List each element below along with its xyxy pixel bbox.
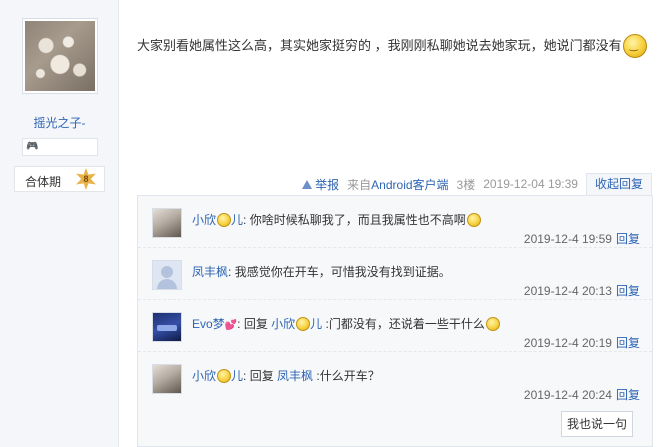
floor-number: 3楼 [456,177,476,192]
reply-text: 小欣 儿: 回复 凤丰枫 :什么开车？ [192,367,380,384]
list-item: 凤丰枫: 我感觉你在开车，可惜我没有找到证据。 2019-12-4 20:13 回… [138,248,652,300]
avatar[interactable] [152,364,182,394]
level-number: 8 [83,174,89,184]
reply-footer: 2019-12-4 19:59 回复 [524,230,640,247]
reply-separator: : [243,369,250,383]
post-content: 大家别看她属性这么高，其实她家挺穷的 ，我刚刚私聊她说去她家玩，她说门都没有 [137,34,647,58]
reply-footer: 2019-12-4 20:24 回复 [524,386,640,403]
write-reply-button[interactable]: 我也说一句 [561,411,633,437]
reply-time: 2019-12-4 19:59 [523,232,612,246]
reply-footer: 2019-12-4 20:19 回复 [524,334,640,351]
reply-list: 小欣 儿: 你啥时候私聊我了，而且我属性也不高啊 2019-12-4 19:59 回… [137,195,653,447]
client-prefix: 来自 [347,177,372,192]
report-label: 举报 [315,177,340,192]
reply-username-text: 小欣 [192,369,217,383]
level-badge-box[interactable]: 合体期 8 [14,166,105,192]
level-name: 合体期 [25,175,62,189]
reply-separator: : [243,213,250,227]
reply-separator: : [228,265,235,279]
emoji-icon [217,369,232,383]
client-link[interactable]: Android客户端 [371,178,448,192]
smile-emoji-icon [622,34,647,58]
reply-username-text: 小欣 [192,213,217,227]
list-item: 小欣 儿: 你啥时候私聊我了，而且我属性也不高啊 2019-12-4 19:59 回… [138,196,652,248]
reply-body: 你啥时候私聊我了，而且我属性也不高啊 [249,213,466,227]
reply-time: 2019-12-4 20:19 [523,336,612,350]
level-star-icon: 8 [77,170,95,188]
reply-button[interactable]: 回复 [616,388,640,402]
reply-body: 我感觉你在开车，可惜我没有找到证据。 [234,265,451,279]
reply-target-suffix: 儿 [310,317,323,331]
reply-username-text: Evo梦 [192,317,225,331]
post-meta: 举报 来自Android客户端 3楼 2019-12-04 19:39 收起回复 [302,173,652,195]
medal-bar: 🎮 [22,138,98,156]
reply-username[interactable]: 凤丰枫 [192,265,228,279]
reply-text: 凤丰枫: 我感觉你在开车，可惜我没有找到证据。 [192,263,451,280]
reply-username[interactable]: Evo梦💕 [192,317,237,331]
reply-button[interactable]: 回复 [616,284,640,298]
reply-word: 回复 [243,317,272,331]
reply-text: 小欣 儿: 你啥时候私聊我了，而且我属性也不高啊 [192,211,481,228]
reply-word: 回复 [249,369,278,383]
reply-target-text: 小欣 [271,317,296,331]
post-text: 大家别看她属性这么高，其实她家挺穷的 ，我刚刚私聊她说去她家玩，她说门都没有 [137,38,622,53]
heart-icon: 💕 [224,320,238,331]
avatar[interactable] [152,260,182,290]
reply-button[interactable]: 回复 [616,336,640,350]
reply-time: 2019-12-4 20:13 [523,284,612,298]
reply-username-suffix: 儿 [231,369,244,383]
author-sidebar: 摇光之子- 🎮 合体期 8 [0,0,119,447]
avatar[interactable] [152,312,182,342]
embarrassed-emoji-icon [466,213,481,227]
report-link[interactable]: 举报 [302,176,339,193]
reply-button[interactable]: 回复 [616,232,640,246]
game-controller-icon[interactable]: 🎮 [26,142,38,152]
list-item: 小欣 儿: 回复 凤丰枫 :什么开车？ 2019-12-4 20:24 回复 [138,352,652,404]
reply-target-user[interactable]: 小欣儿 [271,317,322,331]
avatar-image [25,21,95,91]
reply-target-user[interactable]: 凤丰枫 [277,369,313,383]
reply-footer: 2019-12-4 20:13 回复 [524,282,640,299]
reply-text: Evo梦💕: 回复 小欣儿 :门都没有，还说着一些干什么 [192,315,500,332]
collapse-replies-button[interactable]: 收起回复 [585,173,652,195]
reply-username[interactable]: 小欣儿 [192,213,243,227]
client-source: 来自Android客户端 [347,176,448,193]
reply-time: 2019-12-4 20:24 [523,388,612,402]
emoji-icon [296,317,311,331]
smile-emoji-icon [485,317,500,331]
reply-body: :什么开车？ [313,369,380,383]
list-item: Evo梦💕: 回复 小欣儿 :门都没有，还说着一些干什么 2019-12-4 2… [138,300,652,352]
reply-body: :门都没有，还说着一些干什么 [322,317,485,331]
reply-username-suffix: 儿 [231,213,244,227]
post-time: 2019-12-04 19:39 [483,177,578,191]
avatar[interactable] [152,208,182,238]
reply-username[interactable]: 小欣儿 [192,369,243,383]
warning-icon [302,179,313,189]
author-username[interactable]: 摇光之子- [0,114,119,131]
emoji-icon [217,213,232,227]
reply-separator: : [237,317,244,331]
author-avatar[interactable] [22,18,98,94]
